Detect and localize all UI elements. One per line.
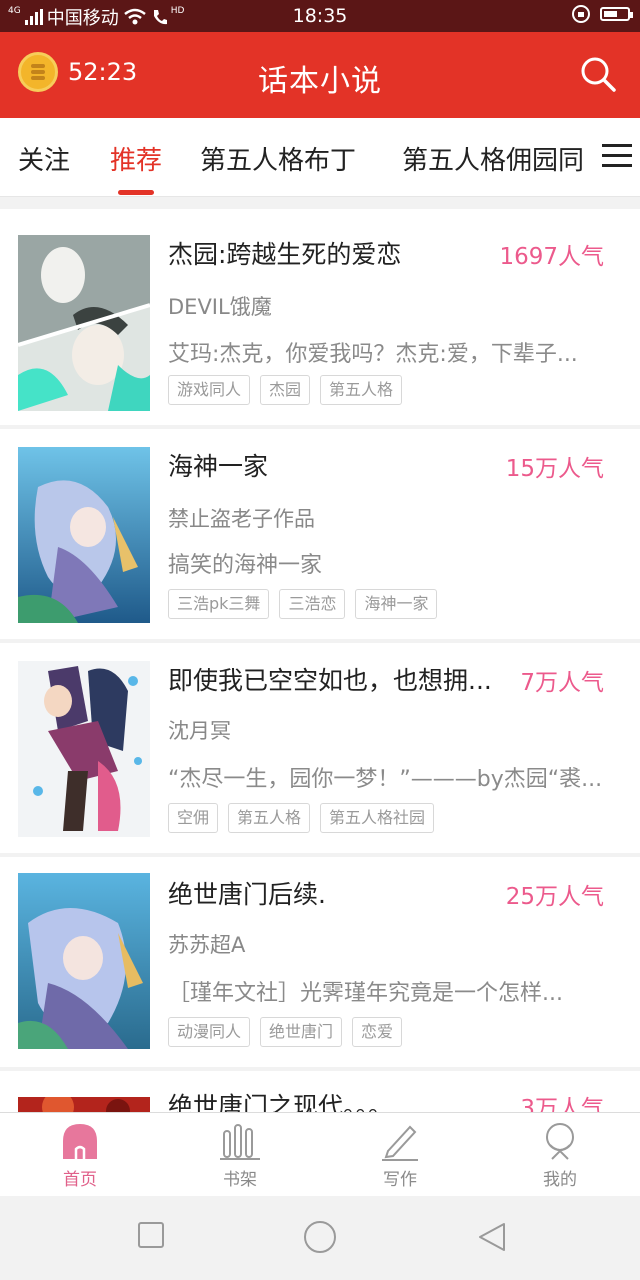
nav-write[interactable]: 写作 — [360, 1121, 440, 1190]
home-icon — [63, 1124, 97, 1159]
book-cover-image — [18, 447, 150, 623]
book-popularity: 1697人气 — [499, 244, 604, 270]
pencil-icon — [382, 1125, 418, 1161]
tab-fifth-personality-fanfic[interactable]: 第五人格佣园同 — [402, 140, 584, 177]
system-navigation-bar — [0, 1196, 640, 1280]
book-cover-image — [18, 873, 150, 1049]
book-author: 苏苏超A — [168, 933, 246, 957]
status-bar: 4G 中国移动 HD 18:35 — [0, 0, 640, 32]
category-tabs: 关注 推荐 第五人格布丁 第五人格佣园同 — [0, 118, 640, 197]
bookshelf-icon — [220, 1124, 260, 1160]
book-cover-image — [18, 235, 150, 411]
book-cover-image — [18, 661, 150, 837]
nav-home-label: 首页 — [63, 1170, 97, 1190]
book-author: DEVIL饿魔 — [168, 295, 272, 319]
book-list[interactable]: 杰园:跨越生死的爱恋 1697人气 DEVIL饿魔 艾玛:杰克，你爱我吗？杰克:… — [0, 197, 640, 1112]
book-popularity: 25万人气 — [505, 884, 604, 910]
book-tag[interactable]: 海神一家 — [355, 589, 438, 619]
app-header: 52:23 话本小说 — [0, 32, 640, 118]
nav-write-label: 写作 — [383, 1170, 417, 1190]
book-card[interactable]: 绝世唐门之现代。。。 3万人气 — [0, 1071, 640, 1112]
profile-icon — [546, 1123, 574, 1160]
book-popularity: 7万人气 — [520, 670, 604, 696]
book-tag[interactable]: 空佣 — [168, 803, 219, 833]
book-tag[interactable]: 动漫同人 — [168, 1017, 251, 1047]
book-popularity: 15万人气 — [505, 456, 604, 482]
status-time: 18:35 — [292, 5, 348, 27]
nav-profile[interactable]: 我的 — [520, 1121, 600, 1190]
book-title: 海神一家 — [168, 452, 269, 481]
nav-bookshelf-label: 书架 — [223, 1170, 257, 1190]
tab-fifth-personality-pudding[interactable]: 第五人格布丁 — [200, 140, 356, 177]
nav-home[interactable]: 首页 — [40, 1121, 120, 1190]
book-card[interactable]: 杰园:跨越生死的爱恋 1697人气 DEVIL饿魔 艾玛:杰克，你爱我吗？杰克:… — [0, 209, 640, 425]
active-tab-indicator — [118, 190, 154, 195]
book-popularity: 3万人气 — [520, 1096, 604, 1112]
book-title: 杰园:跨越生死的爱恋 — [168, 240, 402, 269]
nav-profile-label: 我的 — [543, 1170, 577, 1190]
back-icon[interactable] — [478, 1222, 506, 1252]
book-tag[interactable]: 杰园 — [260, 375, 311, 405]
book-tags: 游戏同人 杰园 第五人格 — [168, 375, 403, 405]
app-title: 话本小说 — [258, 64, 382, 99]
search-icon[interactable] — [580, 56, 616, 92]
book-tags: 三浩pk三舞 三浩恋 海神一家 — [168, 589, 438, 619]
book-author: 禁止盗老子作品 — [168, 507, 315, 531]
book-cover-image — [18, 1097, 150, 1112]
book-title: 绝世唐门后续. — [168, 880, 326, 909]
book-card[interactable]: 海神一家 15万人气 禁止盗老子作品 搞笑的海神一家 三浩pk三舞 三浩恋 海神… — [0, 429, 640, 639]
book-tag[interactable]: 第五人格 — [228, 803, 311, 833]
battery-icon — [600, 7, 633, 21]
nav-bookshelf[interactable]: 书架 — [200, 1121, 280, 1190]
rotation-lock-icon — [572, 5, 590, 23]
book-tag[interactable]: 三浩pk三舞 — [168, 589, 270, 619]
tab-recommend[interactable]: 推荐 — [110, 140, 162, 177]
recent-apps-icon[interactable] — [138, 1222, 164, 1248]
status-right — [572, 5, 633, 23]
home-circle-icon[interactable] — [303, 1220, 337, 1254]
book-tags: 空佣 第五人格 第五人格社园 — [168, 803, 435, 833]
tab-follow[interactable]: 关注 — [18, 140, 70, 177]
book-tags: 动漫同人 绝世唐门 恋爱 — [168, 1017, 403, 1047]
book-title: 即使我已空空如也，也想拥... — [168, 666, 492, 695]
book-description: 艾玛:杰克，你爱我吗？杰克:爱，下辈子... — [168, 342, 578, 367]
book-card[interactable]: 绝世唐门后续. 25万人气 苏苏超A ［瑾年文社］光霁瑾年究竟是一个怎样... … — [0, 857, 640, 1067]
book-tag[interactable]: 绝世唐门 — [260, 1017, 343, 1047]
book-description: ［瑾年文社］光霁瑾年究竟是一个怎样... — [168, 981, 563, 1006]
book-tag[interactable]: 第五人格 — [320, 375, 403, 405]
book-tag[interactable]: 恋爱 — [352, 1017, 403, 1047]
book-author: 沈月冥 — [168, 719, 231, 743]
book-tag[interactable]: 游戏同人 — [168, 375, 251, 405]
book-tag[interactable]: 三浩恋 — [279, 589, 346, 619]
book-description: 搞笑的海神一家 — [168, 553, 323, 578]
book-title: 绝世唐门之现代。。。 — [168, 1092, 394, 1112]
book-description: “杰尽一生，园你一梦！”———by杰园“裘... — [168, 767, 603, 792]
book-tag[interactable]: 第五人格社园 — [320, 803, 435, 833]
bottom-navigation: 首页 书架 写作 我的 — [0, 1112, 640, 1197]
book-card[interactable]: 即使我已空空如也，也想拥... 7万人气 沈月冥 “杰尽一生，园你一梦！”———… — [0, 643, 640, 853]
more-tabs-menu-icon[interactable] — [602, 144, 632, 168]
